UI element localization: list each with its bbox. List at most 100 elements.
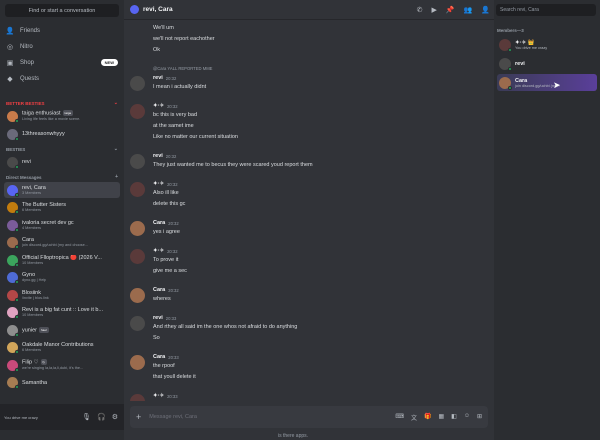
message-group[interactable]: Cara 20:32 yes i agree	[130, 220, 490, 240]
emoji-icon[interactable]: ☺	[464, 413, 470, 422]
pin-icon[interactable]: 📌	[446, 6, 455, 14]
message-composer[interactable]: + Message revi, Cara ⌨ 文 🎁 ▦ ◧ ☺ ⊞	[130, 406, 488, 428]
plus-icon[interactable]: +	[136, 412, 141, 422]
search-input[interactable]: Search revi, Cara	[496, 4, 596, 16]
dm-item[interactable]: Cara join discord.gg/uchbi (my and choose…	[4, 235, 120, 251]
avatar[interactable]	[130, 221, 145, 236]
author-name[interactable]: ✦·✧	[153, 393, 164, 399]
dm-status: Living life feels like a movie scene.	[22, 116, 81, 121]
avatar[interactable]	[130, 288, 145, 303]
author-name[interactable]: ✦·✧	[153, 248, 164, 254]
avatar	[7, 184, 19, 197]
author-name[interactable]: ✦·✧	[153, 181, 164, 187]
author-name[interactable]: Cara	[153, 287, 165, 293]
author-name[interactable]: revi	[153, 75, 163, 81]
message-group[interactable]: ✦·✧ 20:32 bc this is very bad at the samet …	[130, 103, 490, 145]
dm-name: yunier	[22, 327, 37, 334]
avatar[interactable]	[130, 182, 145, 197]
message-group[interactable]: revi 20:33 And rthey all said im the one w…	[130, 315, 490, 346]
better-besties-header[interactable]: BETTER BESTIES ⌄	[6, 100, 118, 106]
dm-item[interactable]: Official Flloptropica 🔴 (2026 V... 10 Mem…	[4, 252, 120, 268]
members-icon[interactable]: 👤	[481, 6, 490, 14]
member-item[interactable]: revi	[497, 55, 597, 72]
message-group[interactable]: Cara 20:33 the rpoof that youll delete it	[130, 354, 490, 385]
author-name[interactable]: revi	[153, 153, 163, 159]
author-name[interactable]: ✦·✧	[153, 103, 164, 109]
dm-subtitle: /invite | blos.link	[22, 295, 49, 300]
dm-item[interactable]: revi, Cara 3 Members	[4, 182, 120, 198]
keyboard-icon[interactable]: ⌨	[395, 413, 404, 422]
call-icon[interactable]: ✆	[417, 6, 423, 14]
member-list: Search revi, Cara Members—3 ✦·✧ 👑 You dri…	[494, 0, 600, 440]
timestamp: 20:32	[168, 220, 179, 226]
avatar	[7, 359, 19, 372]
headphones-icon[interactable]: 🎧	[97, 413, 106, 421]
dm-revi[interactable]: revi	[4, 154, 120, 170]
author-name[interactable]: Cara	[153, 220, 165, 226]
avatar	[7, 202, 19, 214]
avatar[interactable]	[130, 249, 145, 264]
message-group[interactable]: revi 20:32 They just wanted me to becus th…	[130, 153, 490, 173]
dm-item[interactable]: Filip ♡ fy we're singing la,la,la,li,dubi,…	[4, 357, 120, 373]
avatar[interactable]	[130, 394, 145, 401]
reply-reference[interactable]: @Cara YALL REPORTED MME	[153, 66, 212, 71]
dm-subtitle: 10 Members	[22, 260, 44, 265]
message-group[interactable]: ✦·✧ 20:32 To prove it give me a sec	[130, 248, 490, 279]
author-name[interactable]: Cara	[153, 354, 165, 360]
dm-item[interactable]: The Butter Sisters 6 Members	[4, 200, 120, 216]
add-member-icon[interactable]: 👥	[464, 6, 473, 14]
avatar[interactable]	[130, 154, 145, 169]
chevron-down-icon: ⌄	[113, 100, 118, 106]
avatar[interactable]	[130, 355, 145, 370]
gif-icon[interactable]: ▦	[438, 413, 444, 422]
user-panel: You drive me crazy 🎙 🎧 ⚙	[0, 404, 124, 430]
message-group[interactable]: We'll um we'll not report eachother Ok	[130, 25, 490, 58]
mic-icon[interactable]: 🎙	[82, 413, 91, 421]
video-icon[interactable]: ▶	[431, 6, 436, 14]
nav-nitro[interactable]: ◎ Nitro	[6, 40, 118, 53]
avatar	[7, 289, 19, 302]
avatar	[7, 272, 19, 284]
nav-shop[interactable]: ▣ Shop NEW	[6, 56, 118, 69]
dm-subtitle: we're singing la,la,la,li,dubi, it's the…	[22, 365, 84, 370]
translate-icon[interactable]: 文	[411, 413, 417, 422]
friends-icon: 👤	[5, 27, 15, 35]
dm-item[interactable]: ivaloria secret dev gc 4 Members	[4, 217, 120, 233]
message-group[interactable]: ✦·✧ 20:32 Also ill like delete this gc	[130, 181, 490, 212]
dm-item[interactable]: yunier hael	[4, 322, 120, 338]
author-name[interactable]: revi	[153, 315, 163, 321]
avatar[interactable]	[130, 76, 145, 91]
gift-icon[interactable]: 🎁	[424, 413, 431, 422]
apps-icon[interactable]: ⊞	[477, 413, 482, 422]
gear-icon[interactable]: ⚙	[112, 413, 118, 421]
message-group[interactable]: @Cara YALL REPORTED MME revi 20:32 I mean i…	[130, 66, 490, 95]
timestamp: 20:32	[165, 153, 177, 159]
dm-name: Official Flloptropica 🔴 (2026 V...	[22, 254, 102, 261]
member-name: revi	[515, 60, 525, 67]
avatar[interactable]	[130, 316, 145, 331]
avatar[interactable]	[130, 104, 145, 119]
plus-icon[interactable]: +	[115, 174, 118, 180]
dm-item[interactable]: Oakdale Manor Contributions 6 Members	[4, 340, 120, 356]
besties-header[interactable]: BESTIES ⌄	[6, 146, 118, 152]
dm-item[interactable]: Blosiink/invite | blos.link	[4, 287, 120, 303]
member-item[interactable]: ✦·✧ 👑 You drive me crazy	[497, 36, 597, 53]
member-item[interactable]: Cara join discord.gg/uchbi (my...	[497, 74, 597, 91]
dm-13threasonwhyyy[interactable]: 13threasonwhyyy	[4, 126, 120, 142]
server-tag: fy	[40, 359, 47, 366]
sticker-icon[interactable]: ◧	[451, 413, 457, 422]
message-group[interactable]: ✦·✧20:33Ill clip it	[130, 393, 490, 401]
typing-hint: is there apps.	[278, 433, 309, 439]
find-conversation-button[interactable]: Find or start a conversation	[5, 4, 119, 17]
dm-name: Filip ♡	[22, 359, 39, 366]
nav-friends[interactable]: 👤 Friends	[6, 24, 118, 37]
dm-item[interactable]: Samantha	[4, 375, 120, 391]
message-text: Like no matter our current situation	[153, 134, 238, 140]
dm-taiga[interactable]: taiga enthusiast taiga Living life feels …	[4, 108, 120, 124]
nav-label: Friends	[20, 27, 41, 34]
dm-name: revi, Cara	[22, 184, 46, 191]
nav-quests[interactable]: ◆ Quests	[6, 72, 118, 85]
dm-item[interactable]: Gyno dyno.gg | Help	[4, 270, 120, 286]
message-group[interactable]: Cara 20:32 wheres	[130, 287, 490, 307]
dm-item[interactable]: Revi is a big fat cunt :: Love it b... 10…	[4, 305, 120, 321]
